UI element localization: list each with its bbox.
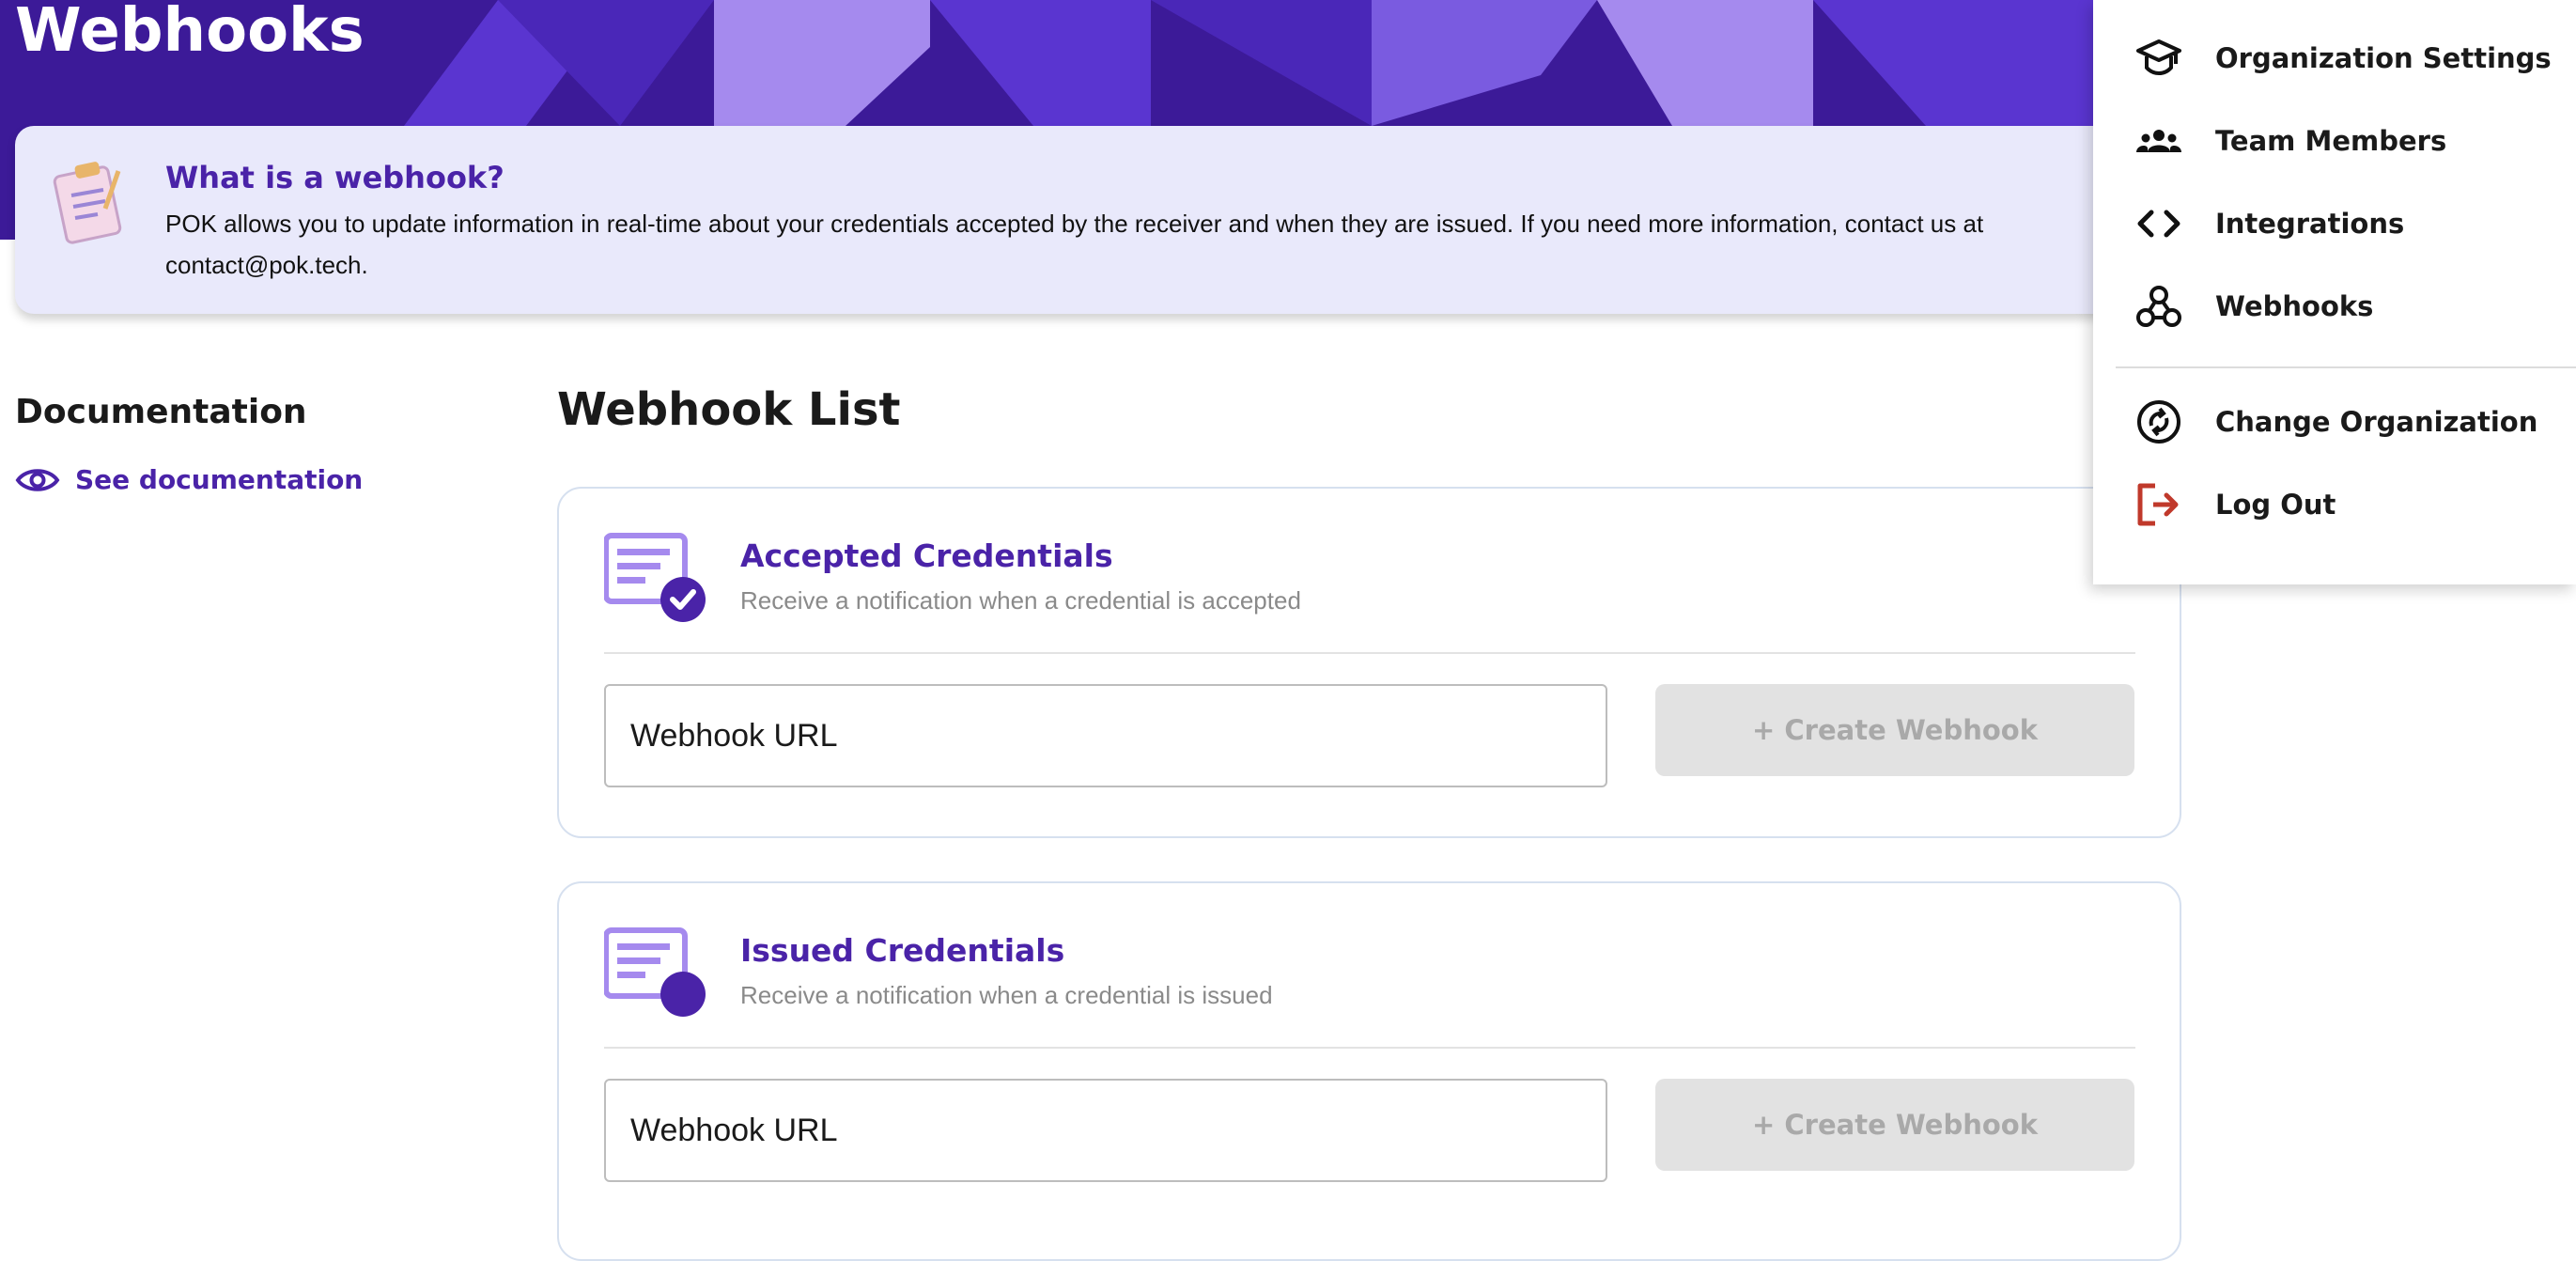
menu-item-log-out[interactable]: Log Out [2093,472,2576,537]
webhook-url-input[interactable] [604,684,1607,787]
clipboard-icon [53,162,122,244]
menu-item-label: Organization Settings [2215,42,2552,74]
webhook-info-panel: What is a webhook? POK allows you to upd… [15,126,2176,314]
menu-item-organization-settings[interactable]: Organization Settings [2093,25,2576,91]
logout-icon [2133,478,2185,531]
card-divider [604,652,2135,654]
menu-item-webhooks[interactable]: Webhooks [2093,273,2576,339]
card-subtitle: Receive a notification when a credential… [740,981,1273,1009]
menu-divider [2116,366,2576,368]
team-icon [2133,115,2185,167]
see-documentation-link[interactable]: See documentation [15,464,363,495]
issued-credentials-card: Issued Credentials Receive a notificatio… [557,881,2181,1261]
menu-item-integrations[interactable]: Integrations [2093,191,2576,257]
info-description: POK allows you to update information in … [165,210,1984,279]
menu-item-label: Change Organization [2215,406,2538,438]
create-webhook-button[interactable]: + Create Webhook [1655,684,2134,776]
menu-item-label: Webhooks [2215,290,2374,322]
eye-icon [15,468,60,491]
webhook-url-input[interactable] [604,1079,1607,1182]
menu-item-label: Log Out [2215,489,2336,521]
graduation-cap-icon [2133,32,2185,85]
documentation-heading: Documentation [15,393,307,431]
menu-item-label: Team Members [2215,125,2447,157]
card-title: Accepted Credentials [740,537,1113,574]
see-documentation-label: See documentation [75,464,364,495]
accepted-credentials-card: Accepted Credentials Receive a notificat… [557,487,2181,838]
credential-issued-icon [604,927,706,1017]
webhook-list-heading: Webhook List [557,383,901,436]
webhook-icon [2133,280,2185,333]
create-webhook-button[interactable]: + Create Webhook [1655,1079,2134,1171]
info-heading: What is a webhook? [165,160,504,195]
switch-icon [2133,396,2185,448]
code-icon [2133,197,2185,250]
credential-accepted-icon [604,533,706,622]
card-subtitle: Receive a notification when a credential… [740,586,1301,615]
account-dropdown-menu: Organization Settings Team Members Integ… [2093,0,2576,584]
page-title: Webhooks [15,0,365,66]
card-title: Issued Credentials [740,932,1065,969]
menu-item-team-members[interactable]: Team Members [2093,108,2576,174]
menu-item-label: Integrations [2215,208,2405,240]
menu-item-change-organization[interactable]: Change Organization [2093,389,2576,455]
card-divider [604,1047,2135,1049]
